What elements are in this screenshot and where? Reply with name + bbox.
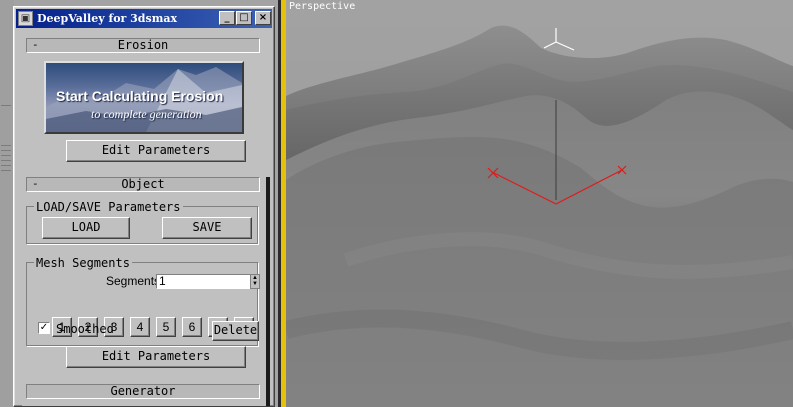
close-icon: × [258, 12, 268, 23]
minimize-button[interactable]: _ [219, 11, 235, 25]
save-button[interactable]: SAVE [162, 217, 252, 239]
segment-button-4[interactable]: 4 [130, 317, 150, 337]
rollout-title: Object [121, 177, 165, 191]
rollout-scrollbar[interactable] [266, 177, 270, 406]
object-edit-parameters-button[interactable]: Edit Parameters [66, 346, 246, 368]
smoothed-label: Smoothed [56, 322, 114, 336]
window-title: DeepValley for 3dsmax [37, 12, 178, 25]
loadsave-group-label: LOAD/SAVE Parameters [34, 200, 183, 214]
mesh-segments-group-label: Mesh Segments [34, 256, 132, 270]
strip-tick [1, 145, 11, 146]
rollout-header-erosion[interactable]: - Erosion [26, 38, 260, 53]
strip-tick [1, 160, 11, 161]
segments-input[interactable]: 1 [156, 274, 251, 289]
banner-title: Start Calculating Erosion [56, 88, 224, 104]
desktop-strip [0, 0, 14, 407]
rollout-header-generator[interactable]: Generator [26, 384, 260, 399]
viewport-label[interactable]: Perspective [289, 1, 355, 12]
start-erosion-button[interactable]: Start Calculating Erosion to complete ge… [44, 61, 244, 134]
rollout-title: Erosion [117, 38, 169, 52]
segment-button-6[interactable]: 6 [182, 317, 202, 337]
rollout-header-object[interactable]: - Object [26, 177, 260, 192]
app-icon[interactable]: ▣ [18, 11, 33, 26]
segments-spinner[interactable]: ▲ ▼ [250, 274, 260, 289]
strip-tick [1, 170, 11, 171]
strip-tick [1, 155, 11, 156]
perspective-viewport[interactable]: Perspective [286, 0, 793, 407]
delete-button[interactable]: Delete [212, 321, 259, 341]
close-button[interactable]: × [255, 11, 271, 25]
maximize-button[interactable]: □ [236, 11, 252, 25]
minimize-icon: _ [224, 12, 230, 23]
segments-label: Segments [106, 274, 161, 288]
terrain-render [286, 0, 793, 407]
maximize-icon: □ [239, 12, 249, 23]
smoothed-checkbox[interactable]: ✓ [38, 322, 50, 334]
strip-tick [1, 165, 11, 166]
strip-tick [1, 105, 11, 106]
rollout-panel: - Erosion Start Calculating Erosion to c… [22, 34, 266, 406]
load-button[interactable]: LOAD [42, 217, 130, 239]
spinner-down-icon: ▼ [252, 281, 258, 287]
deepvalley-window: ▣ DeepValley for 3dsmax _ □ × - Erosion … [13, 6, 275, 407]
segment-button-5[interactable]: 5 [156, 317, 176, 337]
rollout-title: Generator [110, 384, 176, 398]
strip-tick [1, 150, 11, 151]
window-titlebar[interactable]: ▣ DeepValley for 3dsmax _ □ × [16, 9, 272, 28]
banner-subtitle: to complete generation [91, 107, 202, 121]
erosion-edit-parameters-button[interactable]: Edit Parameters [66, 140, 246, 162]
